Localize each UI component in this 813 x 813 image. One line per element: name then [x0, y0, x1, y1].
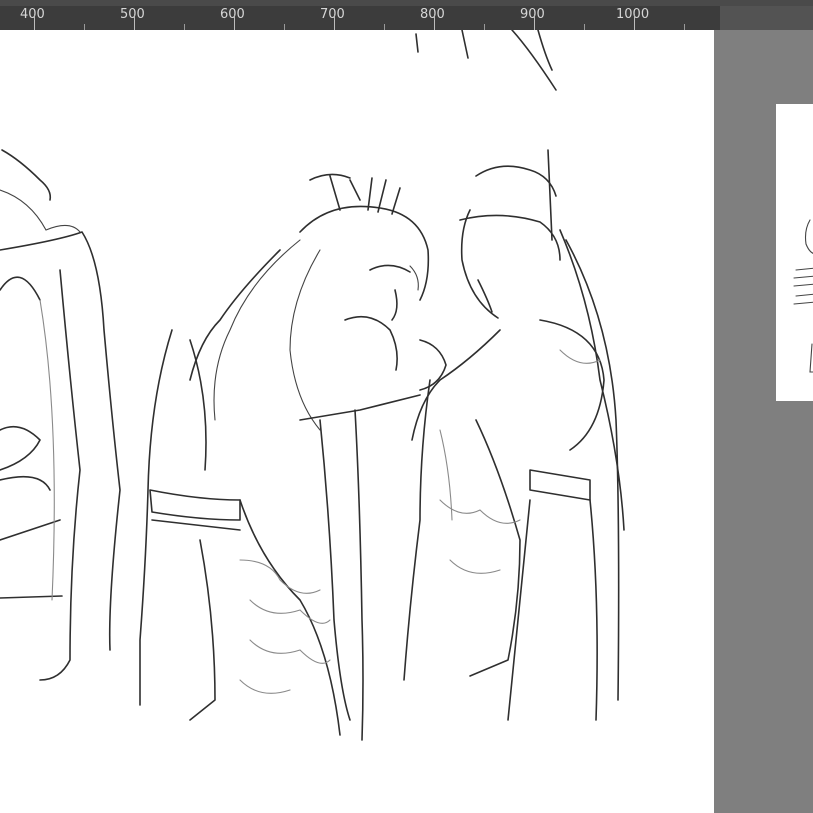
ruler-band [0, 6, 720, 30]
sketch-artwork [0, 30, 625, 741]
ruler-label-500: 500 [120, 7, 145, 22]
ruler-tick [434, 14, 435, 30]
ruler-tick [334, 14, 335, 30]
ruler-tick [34, 14, 35, 30]
ruler-label-800: 800 [420, 7, 445, 22]
ruler-tick [634, 14, 635, 30]
ruler-label-900: 900 [520, 7, 545, 22]
ruler-tick [134, 14, 135, 30]
drawing-canvas[interactable] [0, 30, 714, 813]
horizontal-ruler[interactable]: 400 500 600 700 800 900 1000 [0, 0, 813, 30]
ruler-label-700: 700 [320, 7, 345, 22]
ruler-tick [234, 14, 235, 30]
ruler-tick [534, 14, 535, 30]
preview-sketch [793, 219, 813, 373]
adjacent-canvas-preview[interactable] [776, 104, 813, 401]
ruler-label-600: 600 [220, 7, 245, 22]
ruler-label-400: 400 [20, 7, 45, 22]
ruler-label-1000: 1000 [616, 7, 650, 22]
